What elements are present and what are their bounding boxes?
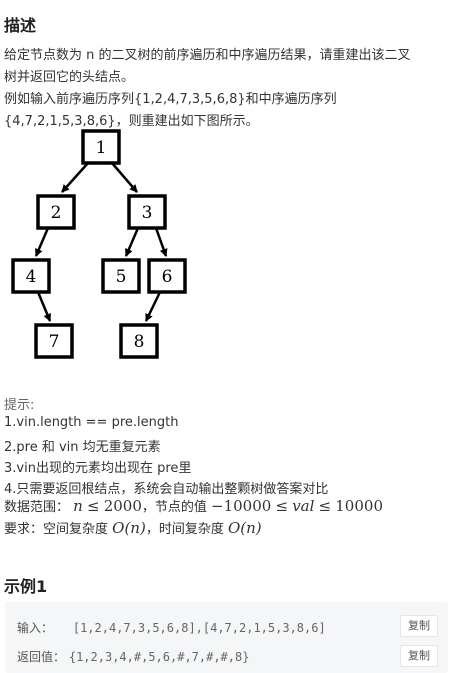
data-range-le-3: ≤	[318, 497, 332, 515]
node-2-label: 2	[51, 203, 62, 223]
data-range-val-min: −10000	[211, 497, 272, 515]
edge-1-3	[111, 162, 138, 193]
node-8-label: 8	[134, 332, 145, 352]
data-range-n: n	[73, 497, 83, 515]
hint-4: 4.只需要返回根结点，系统会自动输出整颗树做答案对比	[4, 482, 329, 497]
data-range-val: val	[292, 497, 315, 515]
hint-3: 3.vin出现的元素均出现在 pre里	[4, 461, 192, 476]
data-range-label: 数据范围：	[4, 500, 70, 515]
node-5-label: 5	[116, 267, 127, 287]
hint-1: 1.vin.length == pre.length	[4, 415, 179, 430]
data-range-mid: ，节点的值	[141, 500, 207, 515]
requirement-label: 要求：空间复杂度	[4, 522, 109, 537]
example-input-label: 输入：	[17, 621, 54, 635]
example-heading: 示例1	[4, 577, 48, 596]
binary-tree-diagram: 1 2 3 4 5 6 7 8	[11, 129, 187, 359]
requirement: 要求：空间复杂度 O(n)，时间复杂度 O(n)	[4, 518, 262, 537]
data-range: 数据范围： n ≤ 2000，节点的值 −10000 ≤ val ≤ 10000	[4, 496, 383, 515]
copy-input-button[interactable]: 复制	[400, 615, 438, 637]
hint-2: 2.pre 和 vin 均无重复元素	[4, 440, 161, 455]
edge-3-5	[124, 227, 140, 257]
description-line-3: 例如输入前序遍历序列{1,2,4,7,3,5,6,8}和中序遍历序列	[4, 92, 337, 107]
requirement-time: O(n)	[227, 519, 262, 537]
copy-output-button[interactable]: 复制	[400, 645, 438, 667]
requirement-mid: ，时间复杂度	[145, 522, 224, 537]
example-output-row: 返回值： {1,2,3,4,#,5,6,#,7,#,#,8}	[17, 648, 249, 665]
example-box: 输入： [1,2,4,7,3,5,6,8],[4,7,2,1,5,3,8,6] …	[5, 602, 448, 673]
data-range-val-max: 10000	[335, 497, 383, 515]
edge-1-2	[61, 162, 89, 193]
data-range-le-2: ≤	[275, 497, 289, 515]
description-heading: 描述	[4, 16, 37, 35]
data-range-n-max: 2000	[103, 497, 142, 515]
node-3-label: 3	[142, 203, 153, 223]
example-output-label: 返回值：	[17, 650, 66, 664]
description-line-4: {4,7,2,1,5,3,8,6}，则重建出如下图所示。	[4, 114, 259, 129]
hints-title: 提示:	[4, 398, 35, 413]
edge-3-6	[154, 227, 168, 257]
edge-6-8	[144, 291, 162, 322]
description-line-1: 给定节点数为 n 的二叉树的前序遍历和中序遍历结果，请重建出该二叉	[4, 48, 411, 63]
node-1-label: 1	[96, 138, 107, 158]
data-range-le-1: ≤	[86, 497, 100, 515]
node-7-label: 7	[49, 332, 60, 352]
example-input-row: 输入： [1,2,4,7,3,5,6,8],[4,7,2,1,5,3,8,6]	[17, 619, 326, 636]
node-6-label: 6	[162, 267, 173, 287]
edge-4-7	[36, 291, 52, 322]
requirement-space: O(n)	[112, 519, 146, 537]
node-4-label: 4	[26, 267, 37, 287]
example-input-value: [1,2,4,7,3,5,6,8],[4,7,2,1,5,3,8,6]	[72, 621, 326, 635]
description-line-2: 树并返回它的头结点。	[4, 70, 135, 85]
example-output-value: {1,2,3,4,#,5,6,#,7,#,#,8}	[68, 650, 250, 664]
edge-2-4	[34, 227, 50, 257]
